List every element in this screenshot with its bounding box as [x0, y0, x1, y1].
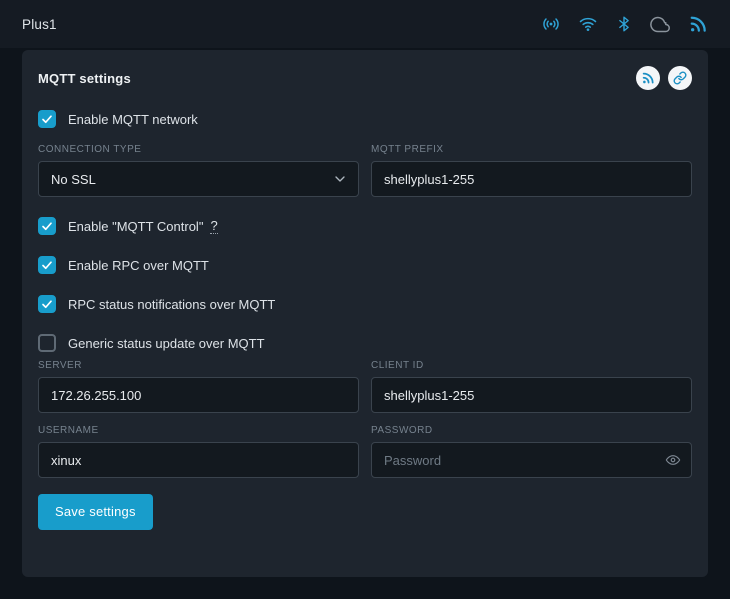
mqtt-badge-icon[interactable]	[636, 66, 660, 90]
option-mqtt-control[interactable]: Enable "MQTT Control" ?	[38, 217, 692, 235]
connection-type-value: No SSL	[51, 172, 96, 187]
rpc-status-checkbox[interactable]	[38, 295, 56, 313]
server-input[interactable]	[39, 378, 358, 412]
rpc-over-mqtt-checkbox[interactable]	[38, 256, 56, 274]
status-icons	[541, 14, 708, 35]
access-point-icon[interactable]	[541, 14, 561, 34]
mqtt-settings-card: MQTT settings Enable MQTT network	[22, 50, 708, 577]
username-label: USERNAME	[38, 425, 359, 436]
client-id-field-wrap	[371, 377, 692, 413]
enable-mqtt-network-checkbox[interactable]	[38, 110, 56, 128]
link-badge-icon[interactable]	[668, 66, 692, 90]
password-input[interactable]	[372, 443, 691, 477]
client-id-label: CLIENT ID	[371, 360, 692, 371]
wifi-icon[interactable]	[578, 14, 598, 34]
connection-grid: CONNECTION TYPE No SSL MQTT PREFIX	[38, 144, 692, 197]
server-field-wrap	[38, 377, 359, 413]
bluetooth-icon[interactable]	[615, 15, 633, 33]
client-id-input[interactable]	[372, 378, 691, 412]
mqtt-prefix-field-wrap	[371, 161, 692, 197]
password-field-wrap	[371, 442, 692, 478]
mqtt-control-checkbox[interactable]	[38, 217, 56, 235]
credentials-grid: USERNAME PASSWORD	[38, 425, 692, 478]
mqtt-control-help[interactable]: ?	[210, 218, 217, 234]
connection-type-group: CONNECTION TYPE No SSL	[38, 144, 359, 197]
generic-status-checkbox[interactable]	[38, 334, 56, 352]
option-generic-status-update[interactable]: Generic status update over MQTT	[38, 334, 692, 352]
chevron-down-icon	[332, 171, 348, 187]
generic-status-label: Generic status update over MQTT	[68, 336, 265, 351]
password-label: PASSWORD	[371, 425, 692, 436]
enable-mqtt-network-label: Enable MQTT network	[68, 112, 198, 127]
connection-type-select[interactable]: No SSL	[38, 161, 359, 197]
mqtt-prefix-input[interactable]	[372, 162, 691, 196]
mqtt-icon[interactable]	[688, 14, 708, 34]
server-label: SERVER	[38, 360, 359, 371]
mqtt-control-label: Enable "MQTT Control"	[68, 219, 203, 234]
option-rpc-status-notifications[interactable]: RPC status notifications over MQTT	[38, 295, 692, 313]
username-input[interactable]	[39, 443, 358, 477]
rpc-status-label: RPC status notifications over MQTT	[68, 297, 275, 312]
client-id-group: CLIENT ID	[371, 360, 692, 413]
mqtt-prefix-group: MQTT PREFIX	[371, 144, 692, 197]
option-rpc-over-mqtt[interactable]: Enable RPC over MQTT	[38, 256, 692, 274]
topbar: Plus1	[0, 0, 730, 48]
show-password-eye-icon[interactable]	[665, 452, 681, 468]
server-group: SERVER	[38, 360, 359, 413]
username-field-wrap	[38, 442, 359, 478]
mqtt-prefix-label: MQTT PREFIX	[371, 144, 692, 155]
rpc-over-mqtt-label: Enable RPC over MQTT	[68, 258, 209, 273]
server-grid: SERVER CLIENT ID	[38, 360, 692, 413]
page-title: MQTT settings	[38, 71, 131, 86]
username-group: USERNAME	[38, 425, 359, 478]
enable-mqtt-network-row[interactable]: Enable MQTT network	[38, 110, 692, 128]
password-group: PASSWORD	[371, 425, 692, 478]
cloud-icon[interactable]	[650, 14, 671, 35]
header-badges	[636, 66, 692, 90]
save-settings-button[interactable]: Save settings	[38, 494, 153, 530]
card-header: MQTT settings	[38, 66, 692, 90]
mqtt-options: Enable "MQTT Control" ? Enable RPC over …	[38, 217, 692, 352]
connection-type-label: CONNECTION TYPE	[38, 144, 359, 155]
device-name: Plus1	[22, 17, 57, 32]
